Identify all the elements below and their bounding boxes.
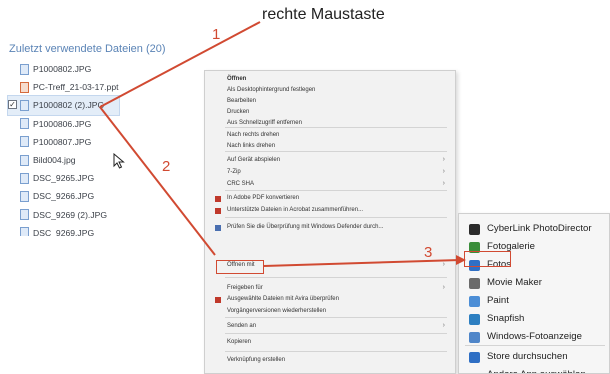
annotation-line-2a [99,106,216,256]
annotation-overlay [99,21,466,267]
annotation-title: rechte Maustaste [262,6,385,23]
step-number-1: 1 [212,26,221,43]
step-number-3: 3 [424,244,433,261]
step-number-2: 2 [162,158,171,175]
annotation-arrowhead [456,255,466,265]
annotation-line-1 [99,21,261,108]
